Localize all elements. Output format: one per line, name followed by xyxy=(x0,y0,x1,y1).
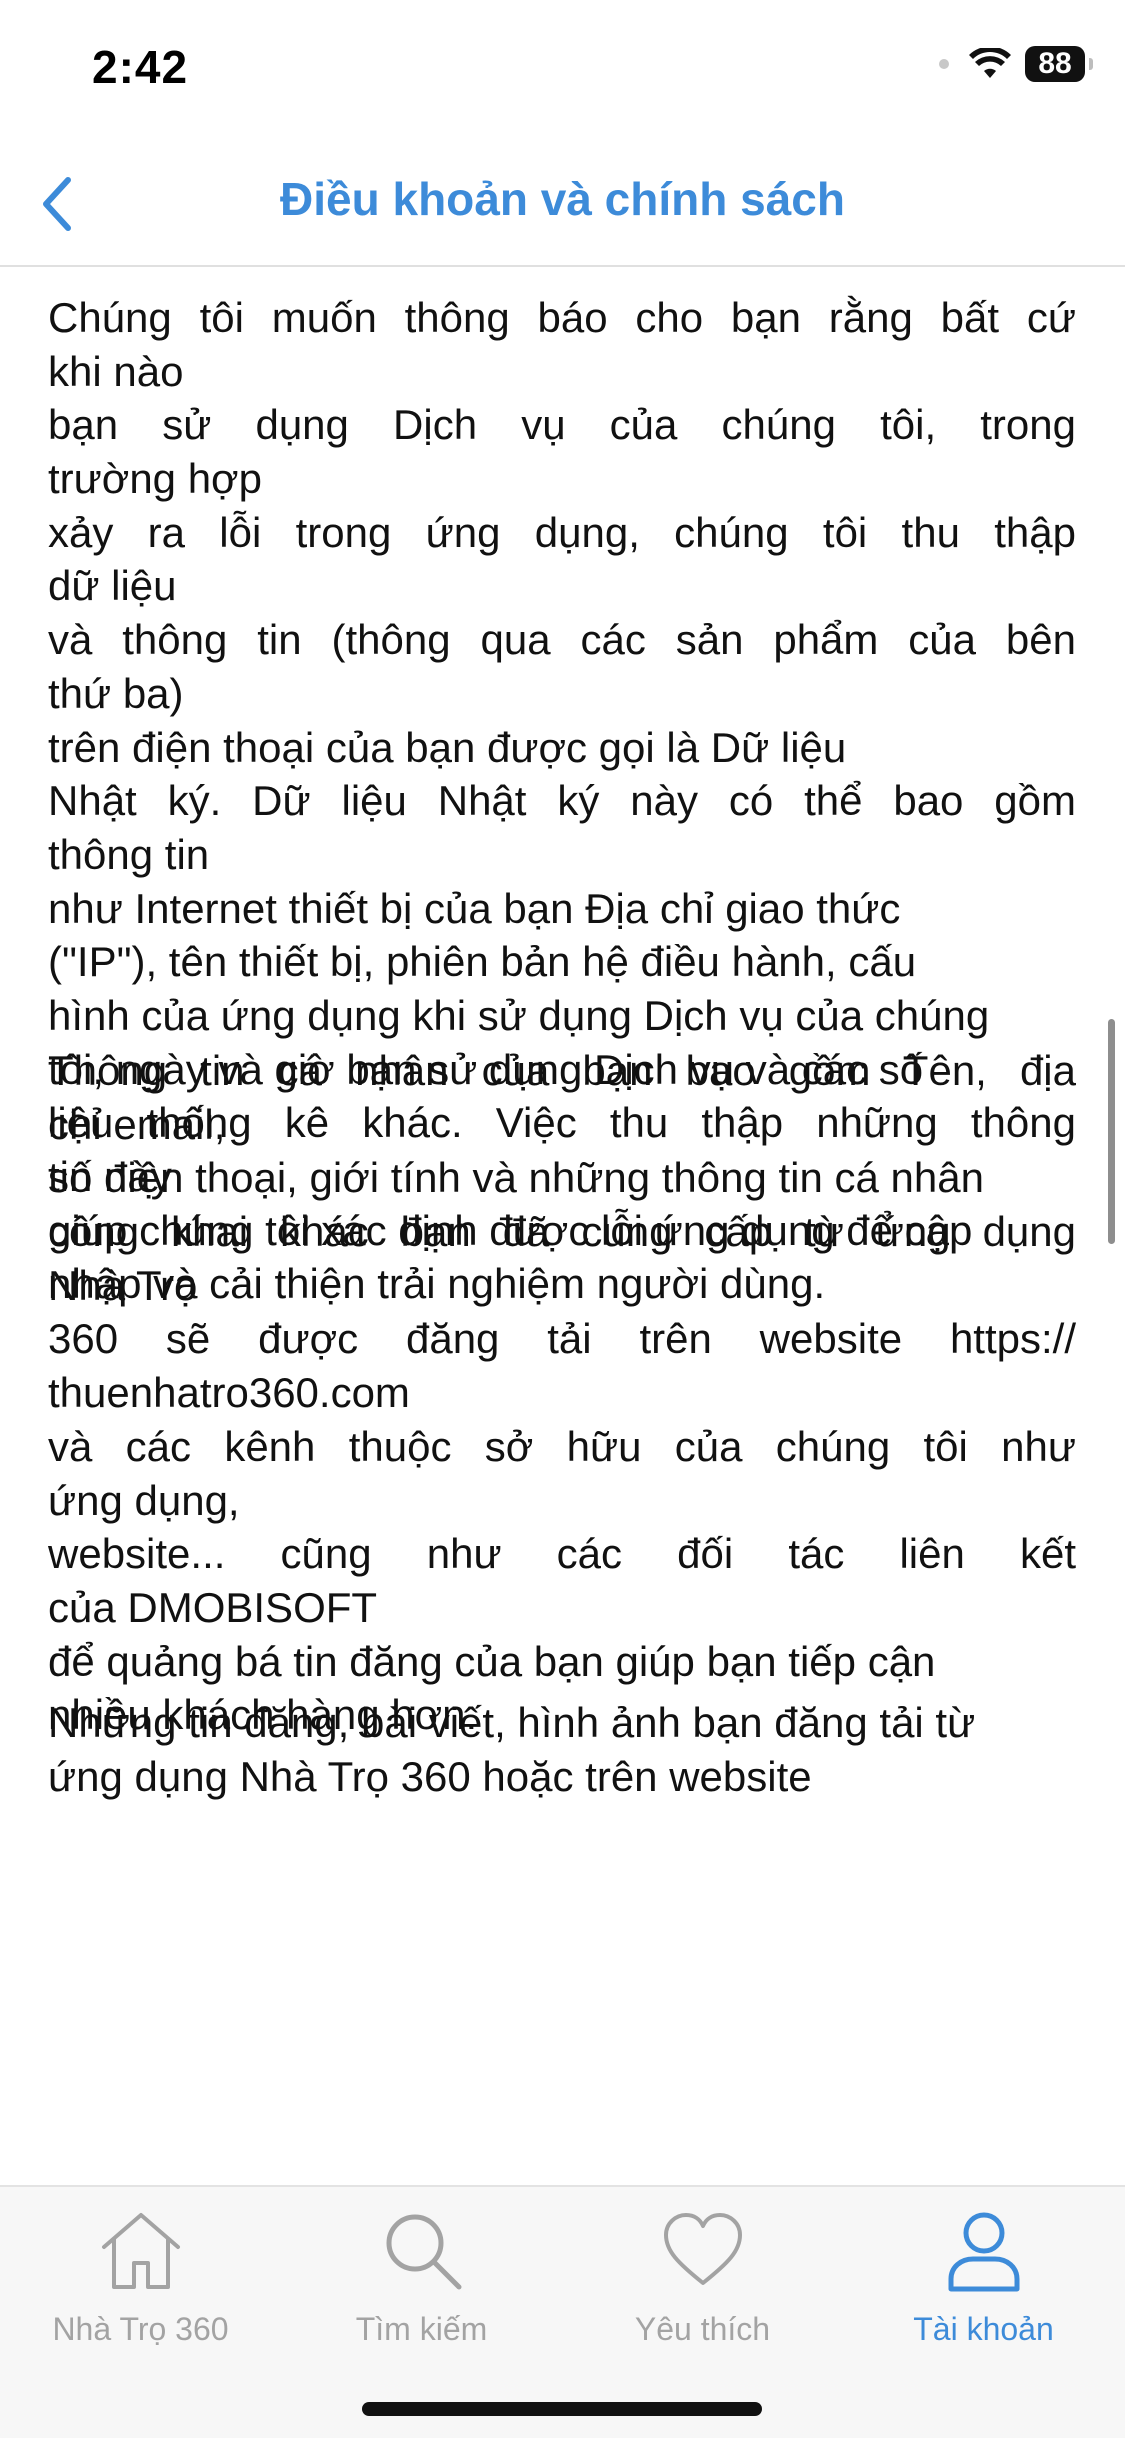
policy-text-line: để quảng bá tin đăng của bạn giúp bạn ti… xyxy=(48,1637,936,1685)
policy-paragraph: Những tin đăng, bài viết, hình ảnh bạn đ… xyxy=(48,1696,1076,1803)
policy-content[interactable]: Chúng tôi muốn thông báo cho bạn rằng bấ… xyxy=(0,267,1125,2185)
status-time: 2:42 xyxy=(92,41,189,93)
policy-text-line: khi nào xyxy=(48,347,184,395)
search-icon xyxy=(386,2214,461,2290)
policy-paragraph: Thông tin cá nhân của bạn bao gồm Tên, đ… xyxy=(48,1044,1076,1742)
policy-text-line: ứng dụng, xyxy=(48,1476,240,1524)
policy-text-line: dữ liệu xyxy=(48,562,177,610)
tab-label: Yêu thích xyxy=(634,2311,771,2347)
policy-text-line: ứng dụng Nhà Trọ 360 hoặc trên website xyxy=(48,1752,812,1800)
policy-text-line: và các kênh thuộc sở hữu của chúng tôi n… xyxy=(48,1422,1076,1470)
policy-text-line: Nhà Trọ xyxy=(48,1261,198,1309)
home-indicator xyxy=(362,2402,762,2416)
policy-text-line: công khai khác bạn đã cung cấp từ ứng dụ… xyxy=(48,1208,1076,1256)
home-icon xyxy=(101,2213,180,2289)
policy-text-line: Những tin đăng, bài viết, hình ảnh bạn đ… xyxy=(48,1699,976,1746)
status-icons: 88 xyxy=(939,46,1093,82)
policy-text-line: thuenhatro360.com xyxy=(48,1369,410,1417)
policy-text-line: xảy ra lỗi trong ứng dụng, chúng tôi thu… xyxy=(48,508,1076,556)
battery-icon: 88 xyxy=(1025,46,1093,82)
policy-text-line: Chúng tôi muốn thông báo cho bạn rằng bấ… xyxy=(48,294,1076,341)
tab-label: Tìm kiếm xyxy=(355,2311,488,2347)
tab-bar: Nhà Trọ 360 Tìm kiếm Yêu thích Tài khoản xyxy=(0,2185,1125,2438)
policy-text-line: trường hợp xyxy=(48,455,262,503)
signal-dot-icon xyxy=(939,59,949,69)
policy-text-line: thông tin xyxy=(48,830,210,878)
policy-text-line: bạn sử dụng Dịch vụ của chúng tôi, trong xyxy=(48,401,1076,449)
person-icon xyxy=(948,2212,1019,2292)
tab-label: Tài khoản xyxy=(913,2311,1054,2347)
policy-text-line: website... cũng như các đối tác liên kết xyxy=(48,1530,1076,1578)
policy-text-line: số điện thoại, giới tính và những thông … xyxy=(48,1154,984,1202)
policy-text-line: ("IP"), tên thiết bị, phiên bản hệ điều … xyxy=(48,938,917,986)
status-bar: 2:42 88 xyxy=(0,0,1125,140)
page-title: Điều khoản và chính sách xyxy=(280,173,845,225)
policy-text-line: 360 sẽ được đăng tải trên website https:… xyxy=(48,1315,1076,1363)
policy-text-line: như Internet thiết bị của bạn Địa chỉ gi… xyxy=(48,884,901,932)
tab-favorites[interactable]: Yêu thích xyxy=(562,2205,843,2365)
navigation-bar: Điều khoản và chính sách xyxy=(0,140,1125,267)
policy-text-line: Thông tin cá nhân của bạn bao gồm Tên, đ… xyxy=(48,1047,1076,1094)
scroll-indicator xyxy=(1108,1019,1115,1244)
tab-label: Nhà Trọ 360 xyxy=(52,2311,229,2347)
tab-home[interactable]: Nhà Trọ 360 xyxy=(0,2205,281,2365)
policy-text-line: thứ ba) xyxy=(48,669,184,717)
wifi-icon xyxy=(969,48,1011,78)
policy-text-line: trên điện thoại của bạn được gọi là Dữ l… xyxy=(48,723,847,771)
policy-text-line: chỉ email, xyxy=(48,1100,226,1148)
tab-search[interactable]: Tìm kiếm xyxy=(281,2205,562,2365)
tab-account[interactable]: Tài khoản xyxy=(843,2205,1124,2365)
policy-text-line: và thông tin (thông qua các sản phẩm của… xyxy=(48,616,1076,664)
policy-text-line: Nhật ký. Dữ liệu Nhật ký này có thể bao … xyxy=(48,777,1076,825)
policy-text-line: của DMOBISOFT xyxy=(48,1583,378,1631)
policy-text-line: hình của ứng dụng khi sử dụng Dịch vụ củ… xyxy=(48,991,990,1039)
battery-level: 88 xyxy=(1038,47,1072,80)
heart-icon xyxy=(663,2213,742,2285)
